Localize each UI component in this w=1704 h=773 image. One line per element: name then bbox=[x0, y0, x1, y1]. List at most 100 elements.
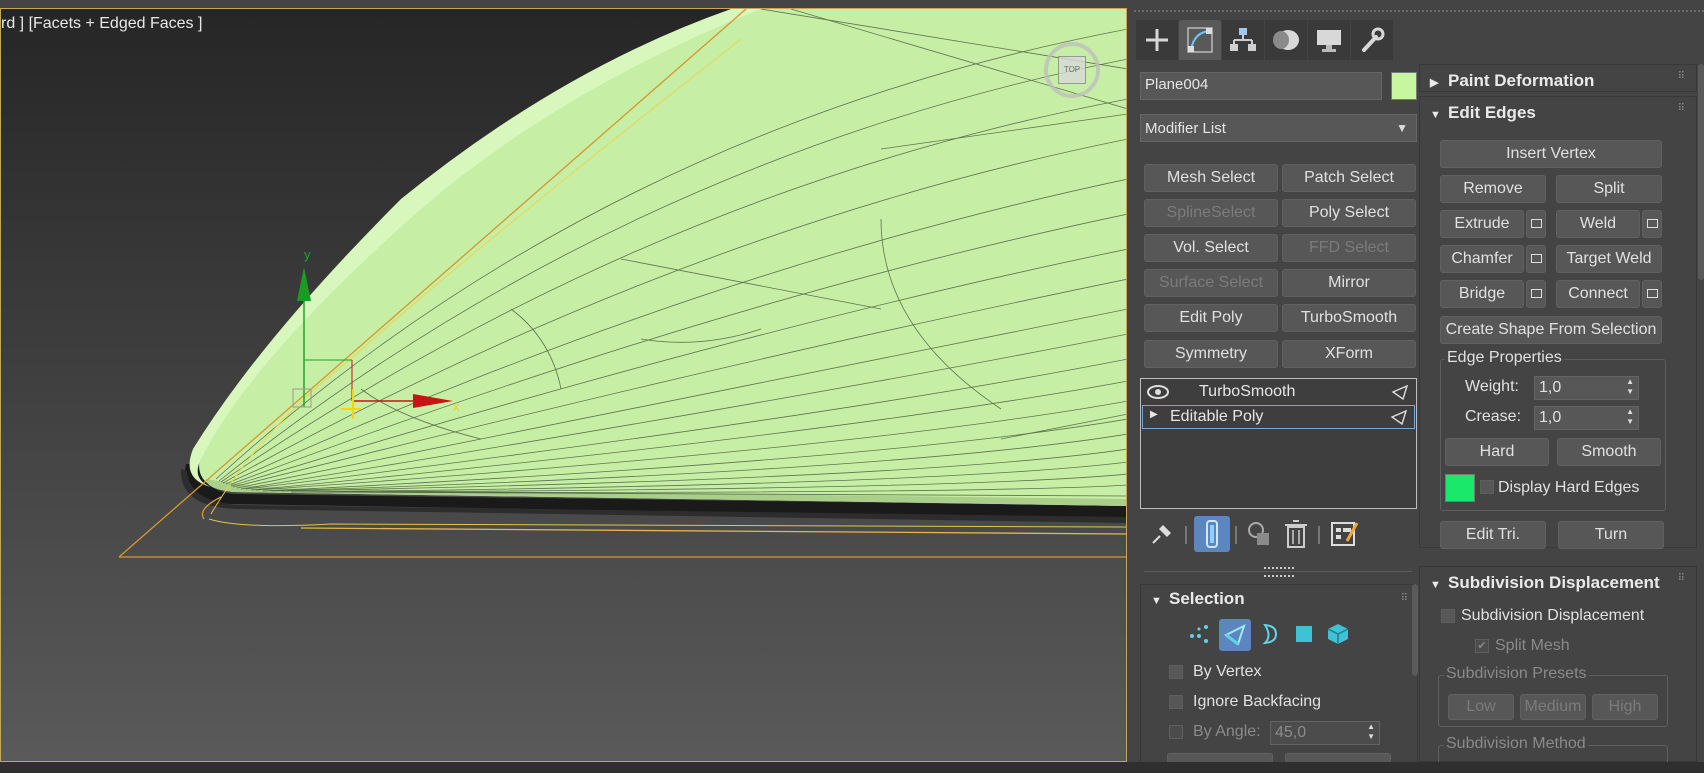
perspective-viewport[interactable]: y x TOP rd ] [Facets + Edged Faces ] bbox=[0, 8, 1127, 762]
weld-settings-button[interactable] bbox=[1642, 210, 1662, 238]
left-scrollbar[interactable] bbox=[1412, 584, 1418, 676]
split-mesh-checkbox[interactable]: ✔ bbox=[1475, 639, 1489, 653]
preset-low-button[interactable]: Low bbox=[1448, 694, 1514, 720]
target-weld-button[interactable]: Target Weld bbox=[1556, 245, 1662, 273]
vol-select-button[interactable]: Vol. Select bbox=[1144, 234, 1278, 262]
selection-rollout-header[interactable]: ▼ Selection bbox=[1151, 589, 1245, 617]
turn-button[interactable]: Turn bbox=[1558, 521, 1664, 549]
mesh-select-button[interactable]: Mesh Select bbox=[1144, 164, 1278, 192]
chamfer-settings-button[interactable] bbox=[1526, 245, 1546, 273]
mirror-button[interactable]: Mirror bbox=[1282, 269, 1416, 297]
hierarchy-tab[interactable] bbox=[1222, 20, 1264, 60]
rollout-grip-icon[interactable]: ⠿ bbox=[1401, 593, 1409, 604]
display-hard-edges-checkbox[interactable] bbox=[1480, 480, 1494, 494]
patch-select-button[interactable]: Patch Select bbox=[1282, 164, 1416, 192]
by-angle-value: 45,0 bbox=[1275, 724, 1307, 741]
stack-item-label: TurboSmooth bbox=[1199, 383, 1296, 400]
expand-arrow-icon[interactable]: ▶ bbox=[1150, 409, 1158, 420]
bridge-button[interactable]: Bridge bbox=[1440, 280, 1524, 308]
panel-splitter-grip[interactable] bbox=[1264, 567, 1294, 577]
by-angle-spinner[interactable]: 45,0 ▲ ▼ bbox=[1270, 721, 1380, 745]
weld-button[interactable]: Weld bbox=[1556, 210, 1640, 238]
turbosmooth-button[interactable]: TurboSmooth bbox=[1282, 304, 1416, 332]
stack-item-turbosmooth[interactable]: TurboSmooth bbox=[1142, 381, 1415, 405]
connect-settings-button[interactable] bbox=[1642, 280, 1662, 308]
stack-item-editable-poly[interactable]: ▶ Editable Poly bbox=[1142, 405, 1415, 429]
spinner-arrows-icon[interactable]: ▲ ▼ bbox=[1626, 377, 1634, 397]
plus-icon bbox=[1146, 29, 1168, 51]
modify-tab[interactable] bbox=[1179, 20, 1221, 60]
right-scrollbar[interactable] bbox=[1698, 64, 1704, 280]
xform-button[interactable]: XForm bbox=[1282, 340, 1416, 368]
polygon-mode-icon[interactable] bbox=[1289, 619, 1319, 649]
eye-icon[interactable] bbox=[1147, 385, 1169, 399]
panel-drag-handle[interactable] bbox=[1134, 10, 1704, 14]
subdivision-displacement-checkbox[interactable] bbox=[1441, 609, 1455, 623]
preset-high-button[interactable]: High bbox=[1592, 694, 1658, 720]
modify-curve-icon bbox=[1187, 27, 1213, 53]
paint-deformation-header[interactable]: ▶ Paint Deformation bbox=[1430, 71, 1594, 99]
create-tab[interactable] bbox=[1136, 20, 1178, 60]
remove-modifier-icon[interactable] bbox=[1278, 516, 1314, 552]
symmetry-button[interactable]: Symmetry bbox=[1144, 340, 1278, 368]
chamfer-button[interactable]: Chamfer bbox=[1440, 245, 1524, 273]
border-mode-icon[interactable] bbox=[1255, 619, 1285, 649]
show-end-result-icon[interactable] bbox=[1194, 516, 1230, 552]
surface-select-button[interactable]: Surface Select bbox=[1144, 269, 1278, 297]
viewcube[interactable]: TOP bbox=[1044, 42, 1100, 98]
ffd-select-button[interactable]: FFD Select bbox=[1282, 234, 1416, 262]
spinner-arrows-icon[interactable]: ▲ ▼ bbox=[1367, 722, 1375, 742]
pin-stack-icon[interactable] bbox=[1144, 516, 1180, 552]
motion-tab[interactable] bbox=[1265, 20, 1307, 60]
configure-modifier-sets-icon[interactable] bbox=[1326, 516, 1362, 552]
edit-tri-button[interactable]: Edit Tri. bbox=[1440, 521, 1546, 549]
rollout-grip-icon[interactable]: ⠿ bbox=[1678, 103, 1686, 114]
ignore-backfacing-checkbox[interactable] bbox=[1169, 695, 1183, 709]
spinner-arrows-icon[interactable]: ▲ ▼ bbox=[1626, 407, 1634, 427]
gizmo-y-label: y bbox=[304, 247, 311, 262]
subdivision-displacement-header[interactable]: ▼ Subdivision Displacement bbox=[1430, 573, 1660, 601]
toolbar-separator bbox=[1235, 526, 1237, 544]
utilities-tab[interactable] bbox=[1351, 20, 1393, 60]
display-tab[interactable] bbox=[1308, 20, 1350, 60]
rollout-grip-icon[interactable]: ⠿ bbox=[1678, 71, 1686, 82]
sub-object-edge-icon bbox=[1390, 409, 1408, 425]
extrude-button[interactable]: Extrude bbox=[1440, 210, 1524, 238]
element-mode-icon[interactable] bbox=[1323, 619, 1353, 649]
vertex-mode-icon[interactable] bbox=[1184, 619, 1214, 649]
by-vertex-checkbox[interactable] bbox=[1169, 665, 1183, 679]
edge-mode-icon[interactable] bbox=[1219, 619, 1251, 651]
connect-button[interactable]: Connect bbox=[1556, 280, 1640, 308]
edit-poly-button[interactable]: Edit Poly bbox=[1144, 304, 1278, 332]
insert-vertex-button[interactable]: Insert Vertex bbox=[1440, 140, 1662, 168]
viewport-label[interactable]: rd ] [Facets + Edged Faces ] bbox=[1, 15, 202, 33]
crease-spinner[interactable]: 1,0 ▲ ▼ bbox=[1534, 406, 1639, 430]
remove-button[interactable]: Remove bbox=[1440, 175, 1546, 203]
weight-label: Weight: bbox=[1465, 378, 1519, 395]
rollout-grip-icon[interactable]: ⠿ bbox=[1678, 573, 1686, 584]
viewcube-top-face[interactable]: TOP bbox=[1058, 56, 1086, 84]
modifier-stack[interactable]: TurboSmooth ▶ Editable Poly bbox=[1140, 378, 1417, 509]
object-color-swatch[interactable] bbox=[1391, 72, 1417, 100]
command-panel-tabs bbox=[1136, 20, 1416, 60]
create-shape-button[interactable]: Create Shape From Selection bbox=[1440, 316, 1662, 344]
collapse-arrow-icon: ▼ bbox=[1151, 595, 1162, 607]
preset-medium-button[interactable]: Medium bbox=[1520, 694, 1586, 720]
by-angle-checkbox[interactable] bbox=[1169, 725, 1183, 739]
extrude-settings-button[interactable] bbox=[1526, 210, 1546, 238]
split-button[interactable]: Split bbox=[1556, 175, 1662, 203]
poly-select-button[interactable]: Poly Select bbox=[1282, 199, 1416, 227]
object-name-field[interactable]: Plane004 bbox=[1140, 72, 1382, 100]
hard-button[interactable]: Hard bbox=[1445, 438, 1549, 466]
motion-icon bbox=[1273, 30, 1299, 50]
weight-spinner[interactable]: 1,0 ▲ ▼ bbox=[1534, 376, 1639, 400]
make-unique-icon[interactable] bbox=[1242, 516, 1278, 552]
hard-edge-color-swatch[interactable] bbox=[1445, 474, 1475, 502]
smooth-button[interactable]: Smooth bbox=[1557, 438, 1661, 466]
subdivision-method-title: Subdivision Method bbox=[1444, 735, 1588, 753]
spline-select-button[interactable]: SplineSelect bbox=[1144, 199, 1278, 227]
bridge-settings-button[interactable] bbox=[1526, 280, 1546, 308]
modifier-list-dropdown[interactable]: Modifier List ▼ bbox=[1140, 114, 1417, 142]
edit-edges-header[interactable]: ▼ Edit Edges bbox=[1430, 103, 1536, 131]
edit-edges-rollout: ▼ Edit Edges ⠿ Insert Vertex Remove Split… bbox=[1419, 96, 1697, 549]
